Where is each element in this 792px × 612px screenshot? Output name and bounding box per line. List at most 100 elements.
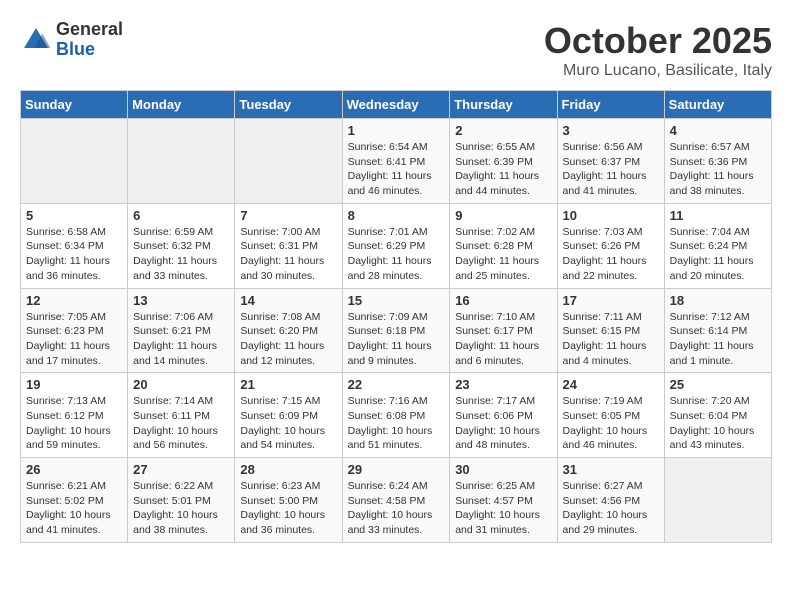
- day-info: Sunrise: 6:22 AM Sunset: 5:01 PM Dayligh…: [133, 479, 229, 538]
- day-info: Sunrise: 7:02 AM Sunset: 6:28 PM Dayligh…: [455, 225, 551, 284]
- calendar-cell: 30 Sunrise: 6:25 AM Sunset: 4:57 PM Dayli…: [450, 458, 557, 543]
- calendar-cell: 11 Sunrise: 7:04 AM Sunset: 6:24 PM Dayli…: [664, 203, 771, 288]
- day-info: Sunrise: 7:04 AM Sunset: 6:24 PM Dayligh…: [670, 225, 766, 284]
- weekday-header-tuesday: Tuesday: [235, 91, 342, 119]
- calendar-header-row: SundayMondayTuesdayWednesdayThursdayFrid…: [21, 91, 772, 119]
- day-info: Sunrise: 7:11 AM Sunset: 6:15 PM Dayligh…: [563, 310, 659, 369]
- calendar-week-row: 5Sunrise: 6:58 AM Sunset: 6:34 PM Daylig…: [21, 203, 772, 288]
- calendar-cell: 20 Sunrise: 7:14 AM Sunset: 6:11 PM Dayli…: [128, 373, 235, 458]
- day-number: 23: [455, 377, 551, 392]
- calendar-cell: [235, 119, 342, 204]
- weekday-header-friday: Friday: [557, 91, 664, 119]
- day-info: Sunrise: 7:12 AM Sunset: 6:14 PM Dayligh…: [670, 310, 766, 369]
- calendar-cell: 7Sunrise: 7:00 AM Sunset: 6:31 PM Daylig…: [235, 203, 342, 288]
- day-info: Sunrise: 6:27 AM Sunset: 4:56 PM Dayligh…: [563, 479, 659, 538]
- calendar-cell: 12 Sunrise: 7:05 AM Sunset: 6:23 PM Dayli…: [21, 288, 128, 373]
- day-number: 16: [455, 293, 551, 308]
- calendar-cell: 17 Sunrise: 7:11 AM Sunset: 6:15 PM Dayli…: [557, 288, 664, 373]
- calendar-cell: 5Sunrise: 6:58 AM Sunset: 6:34 PM Daylig…: [21, 203, 128, 288]
- calendar-cell: 10 Sunrise: 7:03 AM Sunset: 6:26 PM Dayli…: [557, 203, 664, 288]
- day-number: 29: [348, 462, 445, 477]
- logo-icon: [20, 24, 52, 56]
- day-number: 27: [133, 462, 229, 477]
- logo-blue-text: Blue: [56, 40, 123, 60]
- page-header: General Blue October 2025 Muro Lucano, B…: [20, 20, 772, 80]
- calendar-cell: 27 Sunrise: 6:22 AM Sunset: 5:01 PM Dayli…: [128, 458, 235, 543]
- day-info: Sunrise: 7:16 AM Sunset: 6:08 PM Dayligh…: [348, 394, 445, 453]
- weekday-header-sunday: Sunday: [21, 91, 128, 119]
- calendar-cell: 16Sunrise: 7:10 AM Sunset: 6:17 PM Dayli…: [450, 288, 557, 373]
- day-number: 11: [670, 208, 766, 223]
- location-subtitle: Muro Lucano, Basilicate, Italy: [544, 62, 772, 80]
- day-number: 18: [670, 293, 766, 308]
- day-info: Sunrise: 6:55 AM Sunset: 6:39 PM Dayligh…: [455, 140, 551, 199]
- day-number: 15: [348, 293, 445, 308]
- day-info: Sunrise: 7:15 AM Sunset: 6:09 PM Dayligh…: [240, 394, 336, 453]
- calendar-cell: [664, 458, 771, 543]
- calendar-cell: [21, 119, 128, 204]
- day-number: 3: [563, 123, 659, 138]
- day-info: Sunrise: 6:54 AM Sunset: 6:41 PM Dayligh…: [348, 140, 445, 199]
- day-number: 22: [348, 377, 445, 392]
- day-info: Sunrise: 7:19 AM Sunset: 6:05 PM Dayligh…: [563, 394, 659, 453]
- calendar-cell: 6 Sunrise: 6:59 AM Sunset: 6:32 PM Daylig…: [128, 203, 235, 288]
- day-number: 8: [348, 208, 445, 223]
- day-info: Sunrise: 6:57 AM Sunset: 6:36 PM Dayligh…: [670, 140, 766, 199]
- day-info: Sunrise: 7:01 AM Sunset: 6:29 PM Dayligh…: [348, 225, 445, 284]
- day-info: Sunrise: 7:14 AM Sunset: 6:11 PM Dayligh…: [133, 394, 229, 453]
- calendar-cell: 1Sunrise: 6:54 AM Sunset: 6:41 PM Daylig…: [342, 119, 450, 204]
- calendar-cell: 8 Sunrise: 7:01 AM Sunset: 6:29 PM Daylig…: [342, 203, 450, 288]
- day-number: 20: [133, 377, 229, 392]
- day-number: 9: [455, 208, 551, 223]
- calendar-cell: 3Sunrise: 6:56 AM Sunset: 6:37 PM Daylig…: [557, 119, 664, 204]
- day-number: 4: [670, 123, 766, 138]
- day-number: 14: [240, 293, 336, 308]
- day-number: 6: [133, 208, 229, 223]
- day-info: Sunrise: 7:05 AM Sunset: 6:23 PM Dayligh…: [26, 310, 122, 369]
- day-number: 19: [26, 377, 122, 392]
- day-number: 24: [563, 377, 659, 392]
- calendar-cell: 29 Sunrise: 6:24 AM Sunset: 4:58 PM Dayli…: [342, 458, 450, 543]
- day-info: Sunrise: 6:59 AM Sunset: 6:32 PM Dayligh…: [133, 225, 229, 284]
- weekday-header-saturday: Saturday: [664, 91, 771, 119]
- logo: General Blue: [20, 20, 123, 60]
- day-info: Sunrise: 6:24 AM Sunset: 4:58 PM Dayligh…: [348, 479, 445, 538]
- day-info: Sunrise: 6:58 AM Sunset: 6:34 PM Dayligh…: [26, 225, 122, 284]
- calendar-cell: [128, 119, 235, 204]
- calendar-week-row: 1Sunrise: 6:54 AM Sunset: 6:41 PM Daylig…: [21, 119, 772, 204]
- day-number: 10: [563, 208, 659, 223]
- calendar-cell: 22 Sunrise: 7:16 AM Sunset: 6:08 PM Dayli…: [342, 373, 450, 458]
- day-number: 12: [26, 293, 122, 308]
- day-number: 26: [26, 462, 122, 477]
- calendar-cell: 13Sunrise: 7:06 AM Sunset: 6:21 PM Dayli…: [128, 288, 235, 373]
- day-number: 2: [455, 123, 551, 138]
- calendar-cell: 2 Sunrise: 6:55 AM Sunset: 6:39 PM Daylig…: [450, 119, 557, 204]
- day-info: Sunrise: 7:17 AM Sunset: 6:06 PM Dayligh…: [455, 394, 551, 453]
- day-number: 17: [563, 293, 659, 308]
- day-info: Sunrise: 6:23 AM Sunset: 5:00 PM Dayligh…: [240, 479, 336, 538]
- calendar-cell: 28 Sunrise: 6:23 AM Sunset: 5:00 PM Dayli…: [235, 458, 342, 543]
- day-info: Sunrise: 7:03 AM Sunset: 6:26 PM Dayligh…: [563, 225, 659, 284]
- day-info: Sunrise: 7:09 AM Sunset: 6:18 PM Dayligh…: [348, 310, 445, 369]
- logo-general-text: General: [56, 20, 123, 40]
- calendar-cell: 23 Sunrise: 7:17 AM Sunset: 6:06 PM Dayli…: [450, 373, 557, 458]
- day-number: 25: [670, 377, 766, 392]
- day-info: Sunrise: 6:25 AM Sunset: 4:57 PM Dayligh…: [455, 479, 551, 538]
- calendar-cell: 9 Sunrise: 7:02 AM Sunset: 6:28 PM Daylig…: [450, 203, 557, 288]
- day-number: 21: [240, 377, 336, 392]
- calendar-cell: 24 Sunrise: 7:19 AM Sunset: 6:05 PM Dayli…: [557, 373, 664, 458]
- month-title: October 2025: [544, 20, 772, 62]
- day-number: 7: [240, 208, 336, 223]
- calendar-cell: 18 Sunrise: 7:12 AM Sunset: 6:14 PM Dayli…: [664, 288, 771, 373]
- calendar-week-row: 12 Sunrise: 7:05 AM Sunset: 6:23 PM Dayli…: [21, 288, 772, 373]
- calendar-cell: 21 Sunrise: 7:15 AM Sunset: 6:09 PM Dayli…: [235, 373, 342, 458]
- calendar-cell: 4 Sunrise: 6:57 AM Sunset: 6:36 PM Daylig…: [664, 119, 771, 204]
- calendar-cell: 31Sunrise: 6:27 AM Sunset: 4:56 PM Dayli…: [557, 458, 664, 543]
- weekday-header-thursday: Thursday: [450, 91, 557, 119]
- day-number: 30: [455, 462, 551, 477]
- calendar-table: SundayMondayTuesdayWednesdayThursdayFrid…: [20, 90, 772, 543]
- title-area: October 2025 Muro Lucano, Basilicate, It…: [544, 20, 772, 80]
- day-number: 28: [240, 462, 336, 477]
- day-info: Sunrise: 7:13 AM Sunset: 6:12 PM Dayligh…: [26, 394, 122, 453]
- calendar-cell: 15 Sunrise: 7:09 AM Sunset: 6:18 PM Dayli…: [342, 288, 450, 373]
